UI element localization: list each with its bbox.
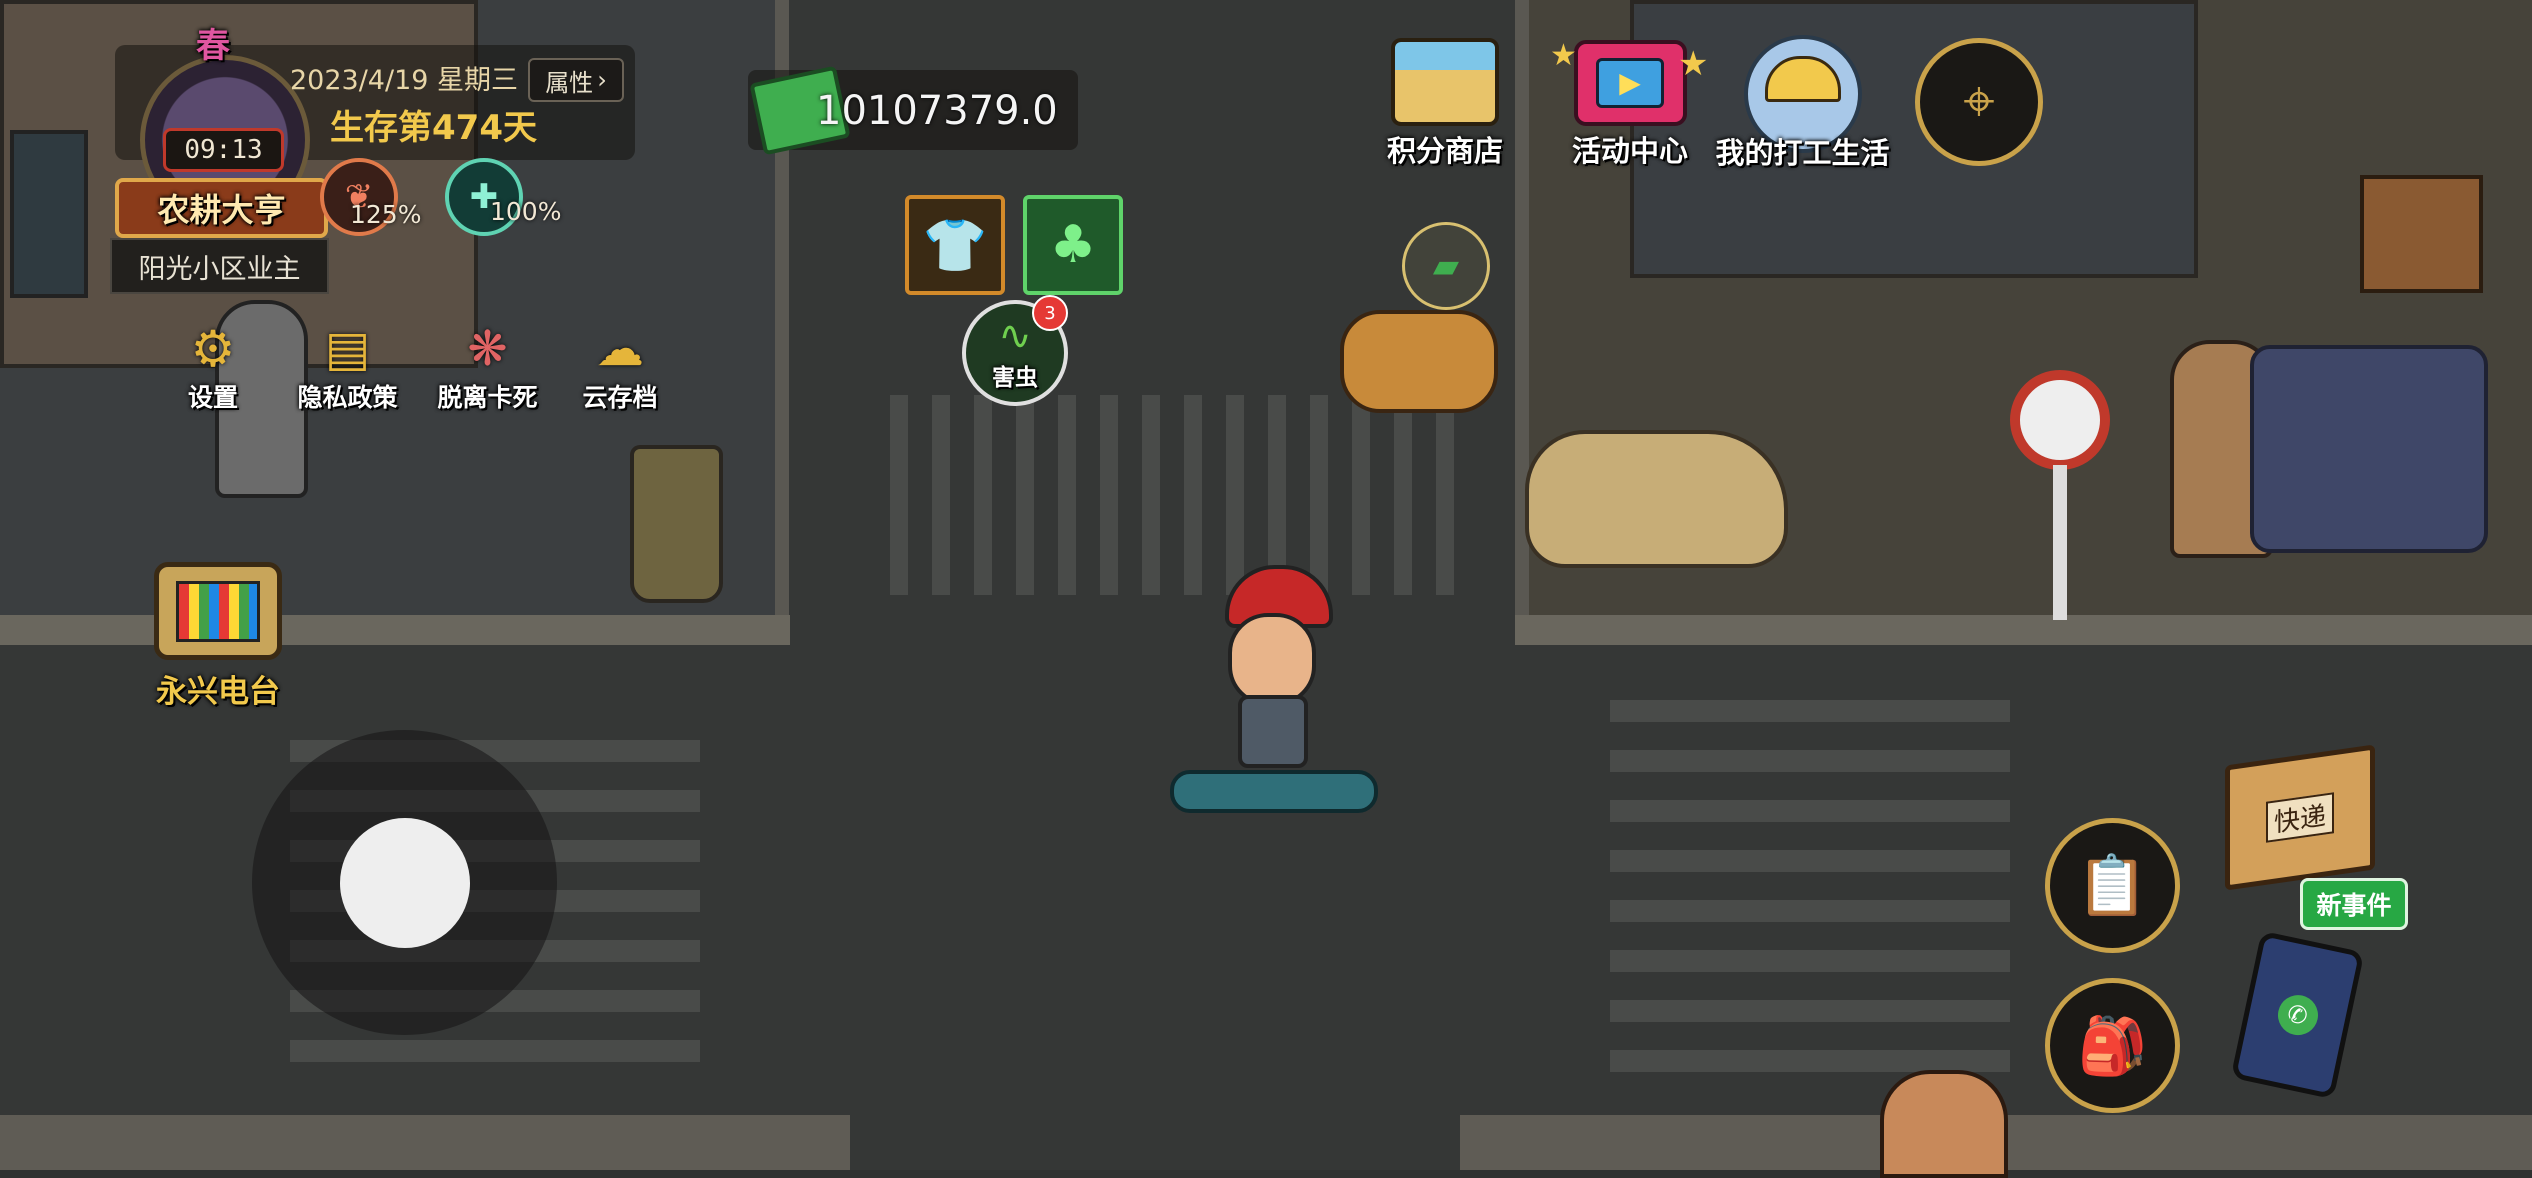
no-parking-sign xyxy=(2010,370,2110,470)
survival-day: 生存第474天 xyxy=(330,108,537,148)
tv-gift-icon: ▶ xyxy=(1573,40,1687,126)
building-window xyxy=(10,130,88,298)
package-label: 快递 xyxy=(2265,792,2334,843)
settings-label: 设置 xyxy=(187,383,238,412)
radio-station-button[interactable]: 永兴电台 xyxy=(148,562,288,712)
attributes-button[interactable]: 属性 › xyxy=(528,58,624,102)
new-event-label: 新事件 xyxy=(2316,891,2392,920)
hardhat xyxy=(1764,56,1841,102)
clock-time: 09:13 xyxy=(184,135,263,165)
points-shop-label: 积分商店 xyxy=(1386,134,1503,168)
pest-count-badge: 3 xyxy=(1032,295,1068,331)
food-percent: 125% xyxy=(350,200,422,229)
resident-label-box: 阳光小区业主 xyxy=(110,238,329,294)
work-life-label: 我的打工生活 xyxy=(1715,136,1890,170)
points-shop-button[interactable]: 积分商店 xyxy=(1370,30,1520,168)
event-center-button[interactable]: ▶ 活动中心 ★ ★ xyxy=(1550,30,1710,168)
tv-screen xyxy=(176,580,260,642)
delivery-package-button[interactable]: 快递 xyxy=(2225,744,2380,891)
privacy-policy-button[interactable]: ▤ 隐私政策 xyxy=(285,320,410,415)
curb-top-right xyxy=(1515,615,2532,645)
phone-call-icon: ✆ xyxy=(2273,991,2322,1039)
new-event-badge[interactable]: 新事件 xyxy=(2300,878,2408,930)
money-display: 10107379.0 xyxy=(748,65,1078,156)
player-head xyxy=(1228,613,1316,706)
crosswalk-top xyxy=(890,395,1460,595)
star-icon: ★ xyxy=(1550,38,1577,73)
settings-button[interactable]: ⚙ 设置 xyxy=(168,320,258,415)
shop-stall-icon xyxy=(1391,38,1499,126)
joystick-knob[interactable] xyxy=(340,818,470,948)
shirt-icon: 👕 xyxy=(922,215,988,276)
cash-bundle-icon: ▰ xyxy=(1432,246,1460,286)
scooter xyxy=(1525,430,1788,568)
outfit-button[interactable]: 👕 xyxy=(905,195,1005,295)
package-box-icon: 快递 xyxy=(2225,744,2375,891)
event-center-label: 活动中心 xyxy=(1571,134,1688,168)
cloud-save-label: 云存档 xyxy=(582,383,658,412)
clipboard-icon: 📋 xyxy=(2076,851,2149,919)
phone-icon: ✆ xyxy=(2230,930,2365,1100)
escape-stuck-button[interactable]: ❋ 脱离卡死 xyxy=(425,320,550,415)
cloud-save-button[interactable]: ☁ 云存档 xyxy=(565,320,675,415)
resident-label: 阳光小区业主 xyxy=(138,253,301,285)
pest-label: 害虫 xyxy=(992,365,1038,391)
privacy-policy-label: 隐私政策 xyxy=(297,383,398,412)
sign-pole xyxy=(2053,465,2067,620)
play-icon: ▶ xyxy=(1596,58,1664,108)
season-label: 春 xyxy=(196,26,230,66)
player-body xyxy=(1238,695,1308,768)
backpack-icon: 🎒 xyxy=(2077,1013,2148,1079)
trash-bin xyxy=(630,445,723,603)
umbrella-stand xyxy=(2360,175,2483,293)
work-life-button[interactable]: 我的打工生活 xyxy=(1710,30,1895,170)
player-character xyxy=(1170,565,1378,815)
curb-top-left xyxy=(0,615,790,645)
hoverboard xyxy=(1170,770,1378,813)
collect-money-bubble[interactable]: ▰ xyxy=(1402,222,1490,310)
backpack-button[interactable]: 🎒 xyxy=(2045,978,2180,1113)
unstuck-icon: ❋ xyxy=(467,321,508,377)
luck-clover-button[interactable]: ♣ xyxy=(1023,195,1123,295)
phone-button[interactable]: ✆ xyxy=(2220,920,2370,1100)
radio-station-label: 永兴电台 xyxy=(156,674,280,710)
title-banner: 农耕大亨 xyxy=(115,178,328,238)
chevron-right-icon: › xyxy=(597,66,607,94)
date-text: 2023/4/19 星期三 xyxy=(290,65,519,96)
caterpillar-icon: ∿ xyxy=(998,313,1032,359)
cow-pet xyxy=(1340,310,1498,413)
tv-icon xyxy=(154,562,282,660)
star-icon-2: ★ xyxy=(1678,44,1709,84)
health-percent: 100% xyxy=(490,197,562,226)
money-amount: 10107379.0 xyxy=(816,88,1058,134)
tasks-button[interactable]: 📋 xyxy=(2045,818,2180,953)
cloud-icon: ☁ xyxy=(596,321,644,377)
crosswalk-right xyxy=(1610,700,2010,1100)
title-banner-text: 农耕大亨 xyxy=(157,191,286,229)
attributes-label: 属性 xyxy=(545,68,594,97)
clock-time-box: 09:13 xyxy=(163,128,284,172)
clover-icon: ♣ xyxy=(1049,215,1097,275)
curb-bottom-left xyxy=(0,1115,850,1170)
gear-icon: ⚙ xyxy=(190,320,236,378)
map-location-button[interactable]: ⌖ xyxy=(1915,38,2043,166)
escape-stuck-label: 脱离卡死 xyxy=(437,383,538,412)
document-icon: ▤ xyxy=(324,321,371,377)
tricycle xyxy=(2250,345,2488,553)
npc-girl-bottom xyxy=(1880,1070,2008,1178)
map-pin-icon: ⌖ xyxy=(1963,69,1995,134)
pest-count: 3 xyxy=(1044,302,1056,324)
